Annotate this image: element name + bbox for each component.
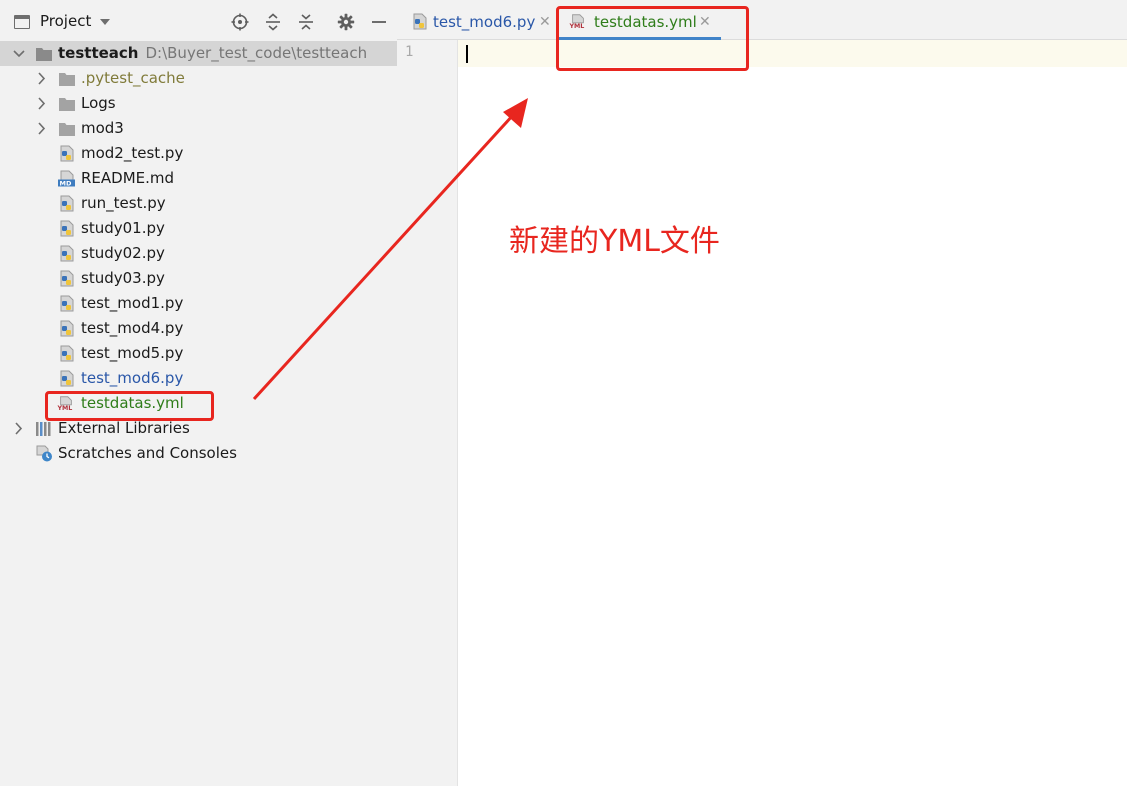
ide-window: Project testteach D:\Buyer_test_code\tes… <box>0 0 1127 786</box>
annotation-text: 新建的YML文件 <box>509 224 720 259</box>
annotation-arrow <box>252 98 528 401</box>
